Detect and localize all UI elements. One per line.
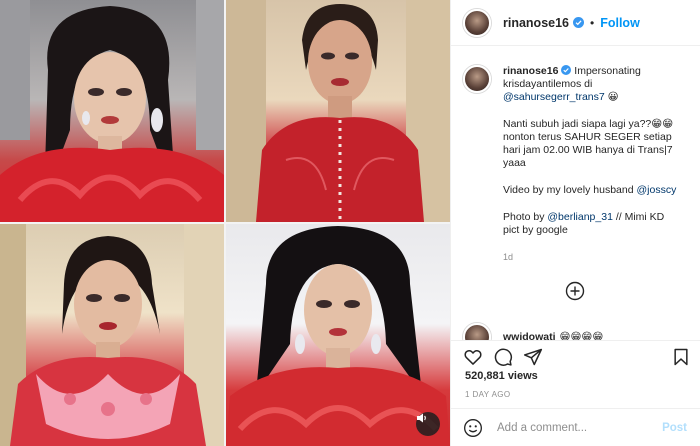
- add-comment-bar: Post: [451, 408, 700, 446]
- photo-tile-4: [226, 224, 450, 446]
- comment-username[interactable]: wwidowati: [503, 331, 556, 340]
- audio-toggle-button[interactable]: [416, 412, 440, 436]
- verified-badge-icon: [573, 17, 585, 28]
- post-comment-button[interactable]: Post: [662, 422, 687, 434]
- comment-input[interactable]: [497, 421, 647, 434]
- heart-icon[interactable]: [463, 347, 483, 367]
- view-count[interactable]: 520,881 views: [465, 370, 538, 382]
- bookmark-icon[interactable]: [671, 347, 691, 367]
- caption-para2: Nanti subuh jadi siapa lagi ya??😁😁 nonto…: [503, 118, 674, 169]
- follow-button[interactable]: Follow: [600, 16, 640, 30]
- comment-icon[interactable]: [493, 347, 513, 367]
- header-separator: •: [590, 15, 595, 30]
- caption-para4-text: Photo by: [503, 211, 548, 223]
- caption-emoji: 😀: [607, 91, 619, 103]
- username-link[interactable]: rinanose16: [503, 16, 569, 30]
- mention-sahursegerr[interactable]: @sahursegerr_trans7: [503, 91, 605, 103]
- comment-avatar[interactable]: [463, 323, 491, 340]
- action-bar: [451, 340, 700, 368]
- photo-tile-2: [226, 0, 450, 222]
- posted-time[interactable]: 1 DAY AGO: [465, 390, 511, 399]
- post-media[interactable]: [0, 0, 450, 446]
- caption: rinanose16 Impersonating krisdayantilemo…: [463, 65, 689, 264]
- plus-circle-icon[interactable]: [565, 281, 585, 301]
- photo-tile-1: [0, 0, 224, 222]
- avatar[interactable]: [463, 8, 491, 37]
- caption-time[interactable]: 1d: [503, 251, 681, 264]
- comments-section: rinanose16 Impersonating krisdayantilemo…: [451, 47, 700, 340]
- share-icon[interactable]: [523, 347, 543, 367]
- mention-josscy[interactable]: @josscy: [636, 184, 676, 196]
- caption-para3-text: Video by my lovely husband: [503, 184, 637, 196]
- post-side-panel: rinanose16 • Follow rinanose16 Impersona…: [450, 0, 700, 446]
- caption-avatar[interactable]: [463, 65, 491, 93]
- caption-username[interactable]: rinanose16: [503, 65, 558, 77]
- caption-para4: Photo by @berlianp_31 // Mimi KD pict by…: [503, 211, 681, 237]
- mention-berlianp[interactable]: @berlianp_31: [547, 211, 613, 223]
- caption-body: rinanose16 Impersonating krisdayantilemo…: [503, 65, 681, 264]
- audio-icon: [417, 413, 426, 423]
- photo-tile-3: [0, 224, 224, 446]
- comment-item: wwidowati 😁😁😁😁: [463, 323, 603, 340]
- caption-para3: Video by my lovely husband @josscy: [503, 184, 681, 197]
- post-header: rinanose16 • Follow: [451, 0, 700, 46]
- emoji-icon[interactable]: [463, 418, 483, 438]
- comment-text: 😁😁😁😁: [559, 331, 604, 340]
- verified-badge-icon: [561, 65, 572, 75]
